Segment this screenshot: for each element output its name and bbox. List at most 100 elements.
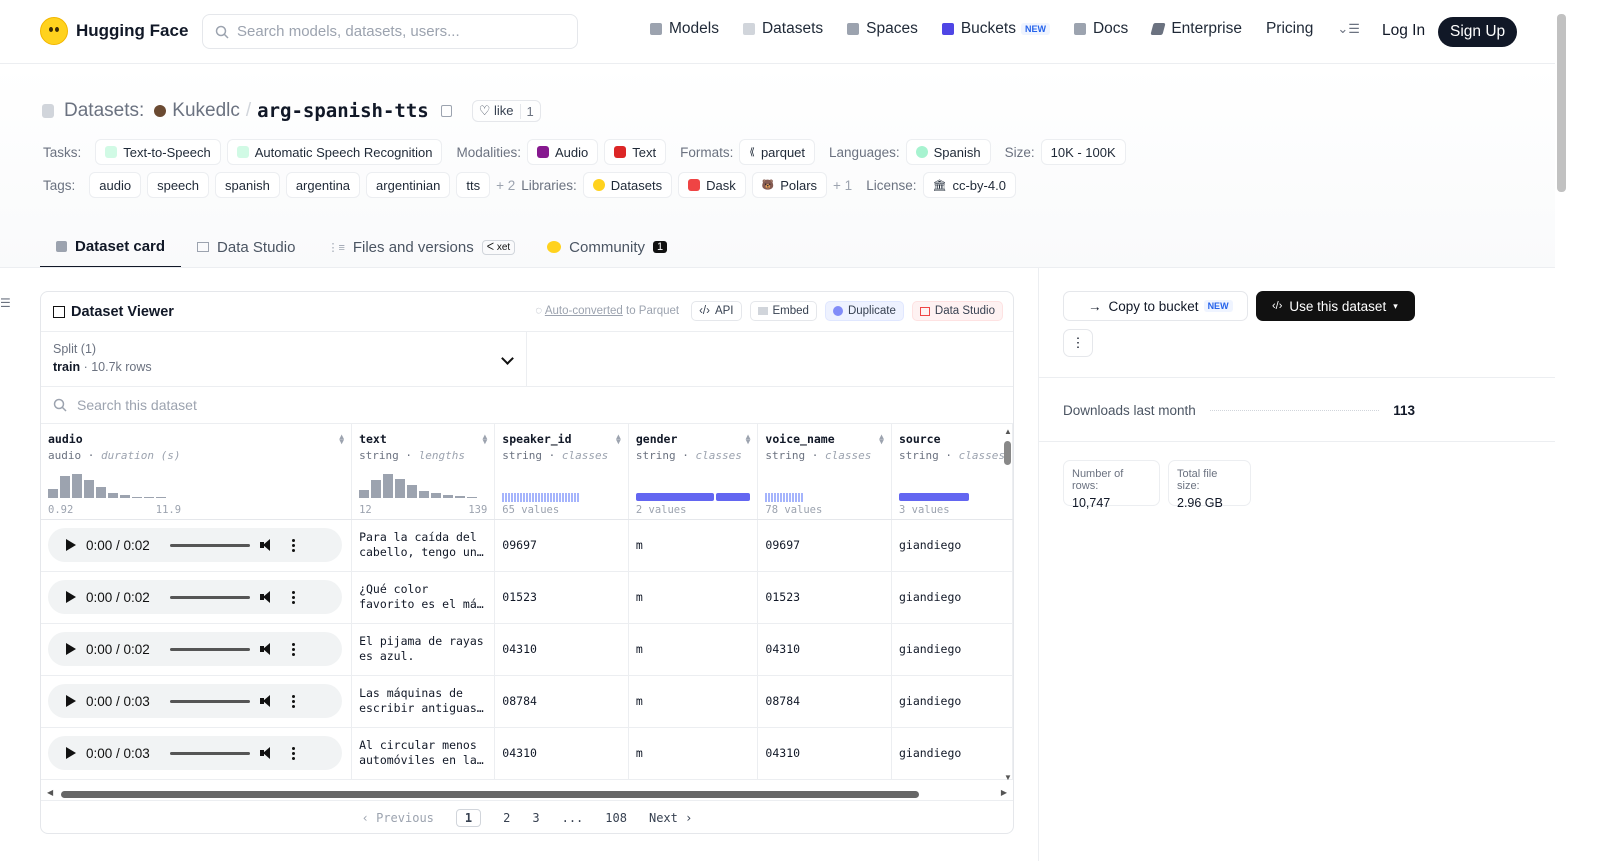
table-row[interactable]: 0:00 / 0:03 Al circular menos automóviles … [41,727,1013,780]
tag-spanish[interactable]: spanish [215,172,280,198]
table-row[interactable]: 0:00 / 0:02 Para la caída del cabello, ten… [41,519,1013,572]
api-button[interactable]: ‹/› API [691,301,742,321]
library-tag-datasets[interactable]: Datasets [582,172,673,198]
table-vertical-scrollbar[interactable]: ▲ ▼ [1001,427,1013,782]
copy-icon[interactable] [440,105,452,117]
sort-icon[interactable]: ▲ ▼ [879,433,884,446]
nav-docs[interactable]: Docs [1073,20,1128,38]
tag-tts[interactable]: tts [456,172,491,198]
tag-argentinian[interactable]: argentinian [366,172,451,198]
kebab-icon[interactable] [291,694,295,708]
dataset-search-input[interactable]: Search this dataset [41,387,1013,424]
scroll-thumb[interactable] [1004,441,1011,465]
page-3[interactable]: 3 [532,811,539,825]
volume-icon[interactable] [259,695,274,707]
sort-icon[interactable]: ▲ ▼ [482,433,487,446]
audio-progress-track[interactable] [169,543,250,547]
audio-progress-track[interactable] [169,647,250,651]
previous-page-button[interactable]: ‹ Previous [362,811,434,825]
tag-audio[interactable]: audio [89,172,142,198]
tab-files-and-versions[interactable]: ⋮≡ Files and versions ᐸ xet [311,226,531,268]
nav-spaces[interactable]: Spaces [847,20,918,38]
task-tag-text-to-speech[interactable]: Text-to-Speech [95,139,221,165]
nav-pricing[interactable]: Pricing [1266,20,1313,38]
audio-progress-track[interactable] [169,751,250,755]
library-tag-polars[interactable]: 🐻 Polars [751,172,828,198]
task-tag-asr[interactable]: Automatic Speech Recognition [226,139,443,165]
column-header-voice-name[interactable]: voice_name string · classes ▲ ▼ 78 values [757,424,892,520]
column-header-source[interactable]: source string · classes 3 values [891,424,1013,520]
kebab-icon[interactable] [291,590,295,604]
audio-player[interactable]: 0:00 / 0:03 [48,684,342,718]
play-icon[interactable] [66,539,76,551]
libraries-more[interactable]: + 1 [833,178,852,193]
brand-logo[interactable]: Hugging Face [40,17,188,45]
sort-icon[interactable]: ▲ ▼ [616,433,621,446]
audio-player[interactable]: 0:00 / 0:02 [48,528,342,562]
tag-argentina[interactable]: argentina [285,172,361,198]
toc-toggle-icon[interactable]: ☰ [0,296,11,310]
size-tag[interactable]: 10K - 100K [1040,139,1126,165]
tab-community[interactable]: Community 1 [531,226,683,268]
kebab-icon[interactable] [291,642,295,656]
audio-player[interactable]: 0:00 / 0:02 [48,580,342,614]
sort-icon[interactable]: ▲ ▼ [339,433,344,446]
sort-icon[interactable]: ▲ ▼ [746,433,751,446]
audio-player[interactable]: 0:00 / 0:03 [48,736,342,770]
like-button[interactable]: ♡ like 1 [471,100,541,122]
table-horizontal-scrollbar[interactable]: ◀ ▶ [47,788,1007,800]
split-selector[interactable]: Split (1) train · 10.7k rows [41,332,527,386]
next-page-button[interactable]: Next › [649,811,692,825]
language-tag-spanish[interactable]: Spanish [905,139,991,165]
column-header-audio[interactable]: audio audio · duration (s) ▲ ▼ 0.92 11.9 [41,424,353,520]
nav-models[interactable]: Models [650,20,719,38]
data-studio-button[interactable]: Data Studio [911,301,1003,321]
page-scrollbar[interactable] [1555,0,1568,861]
audio-progress-track[interactable] [169,699,250,703]
table-row[interactable]: 0:00 / 0:02 ¿Qué color favorito es el má… 0… [41,571,1013,624]
kebab-icon[interactable] [291,538,295,552]
more-options-button[interactable]: ⋮ [1063,329,1093,357]
page-last[interactable]: 108 [605,811,627,825]
tags-more[interactable]: + 2 [496,178,515,193]
owner-link[interactable]: Kukedlc [172,100,240,122]
volume-icon[interactable] [259,539,274,551]
modality-tag-audio[interactable]: Audio [527,139,599,165]
nav-more-menu[interactable]: ⌄☰ [1337,21,1360,37]
copy-to-bucket-button[interactable]: → Copy to bucket NEW [1063,291,1248,321]
scroll-thumb[interactable] [61,791,919,798]
page-1[interactable]: 1 [455,808,482,827]
nav-enterprise[interactable]: Enterprise [1150,20,1242,38]
use-this-dataset-button[interactable]: ‹/› Use this dataset ▾ [1256,291,1415,321]
license-tag[interactable]: 🏛 cc-by-4.0 [922,172,1016,198]
volume-icon[interactable] [259,643,274,655]
format-tag-parquet[interactable]: ⟪ parquet [739,139,816,165]
column-header-gender[interactable]: gender string · classes ▲ ▼ 2 values [628,424,759,520]
play-icon[interactable] [66,695,76,707]
table-row[interactable]: 0:00 / 0:02 El pijama de rayas es azul. 043… [41,623,1013,676]
play-icon[interactable] [66,591,76,603]
column-header-speaker-id[interactable]: speaker_id string · classes ▲ ▼ 65 values [494,424,629,520]
play-icon[interactable] [66,747,76,759]
page-2[interactable]: 2 [503,811,510,825]
auto-converted-link[interactable]: Auto-converted [545,305,623,317]
tag-speech[interactable]: speech [147,172,210,198]
embed-button[interactable]: Embed [749,301,817,321]
modality-tag-text[interactable]: Text [604,139,667,165]
column-header-text[interactable]: text string · lengths ▲ ▼ 12 139 [351,424,496,520]
global-search-input[interactable]: Search models, datasets, users... [202,14,578,49]
play-icon[interactable] [66,643,76,655]
kebab-icon[interactable] [291,746,295,760]
nav-buckets[interactable]: Buckets NEW [941,20,1050,38]
page-scroll-thumb[interactable] [1557,14,1566,192]
volume-icon[interactable] [259,591,274,603]
scroll-up-icon[interactable]: ▲ [1004,427,1012,436]
dataset-name[interactable]: arg-spanish-tts [257,100,429,122]
tab-data-studio[interactable]: Data Studio [181,226,311,268]
audio-progress-track[interactable] [169,595,250,599]
scroll-right-icon[interactable]: ▶ [1001,788,1007,797]
volume-icon[interactable] [259,747,274,759]
login-link[interactable]: Log In [1382,22,1425,40]
table-row[interactable]: 0:00 / 0:03 Las máquinas de escribir antig… [41,675,1013,728]
tab-dataset-card[interactable]: Dataset card [40,226,182,268]
